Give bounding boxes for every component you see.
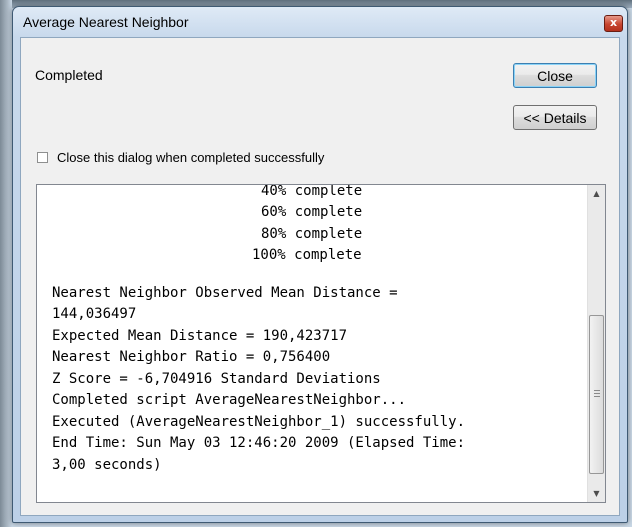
result-line: Nearest Neighbor Observed Mean Distance …	[52, 285, 398, 301]
progress-line: 80% complete	[261, 226, 363, 242]
result-line: 144,036497	[52, 306, 137, 322]
close-button[interactable]: Close	[513, 63, 597, 88]
messages-text: 40% complete 60% complete 80% complete 1…	[37, 185, 588, 502]
result-line: Nearest Neighbor Ratio = 0,756400	[52, 349, 331, 365]
result-line: Expected Mean Distance = 190,423717	[52, 328, 348, 344]
dialog-client-area: Completed Close << Details Close this di…	[20, 37, 620, 516]
close-icon[interactable]: x	[604, 15, 623, 32]
result-line: End Time: Sun May 03 12:46:20 2009 (Elap…	[52, 435, 466, 451]
messages-panel[interactable]: 40% complete 60% complete 80% complete 1…	[36, 184, 606, 503]
scrollbar-grip-icon	[594, 390, 600, 397]
close-when-done-label[interactable]: Close this dialog when completed success…	[57, 150, 324, 165]
result-line: Z Score = -6,704916 Standard Deviations	[52, 371, 381, 387]
progress-line: 40% complete	[261, 185, 363, 199]
progress-line: 60% complete	[261, 204, 363, 220]
status-text: Completed	[35, 67, 103, 83]
result-line: 3,00 seconds)	[52, 457, 162, 473]
result-line: Completed script AverageNearestNeighbor.…	[52, 392, 407, 408]
vertical-scrollbar[interactable]: ▲ ▼	[587, 185, 605, 502]
scroll-up-arrow-icon[interactable]: ▲	[588, 185, 605, 202]
details-button[interactable]: << Details	[513, 105, 597, 130]
result-line: Executed (AverageNearestNeighbor_1) succ…	[52, 414, 466, 430]
window-title: Average Nearest Neighbor	[23, 14, 189, 30]
scroll-down-arrow-icon[interactable]: ▼	[588, 485, 605, 502]
progress-line: 100% complete	[252, 247, 362, 263]
dialog-window: Average Nearest Neighbor x Completed Clo…	[12, 6, 628, 523]
scrollbar-thumb[interactable]	[589, 315, 604, 474]
close-when-done-checkbox[interactable]	[37, 152, 48, 163]
title-bar[interactable]: Average Nearest Neighbor x	[13, 7, 627, 37]
background-app-strip	[0, 0, 12, 527]
